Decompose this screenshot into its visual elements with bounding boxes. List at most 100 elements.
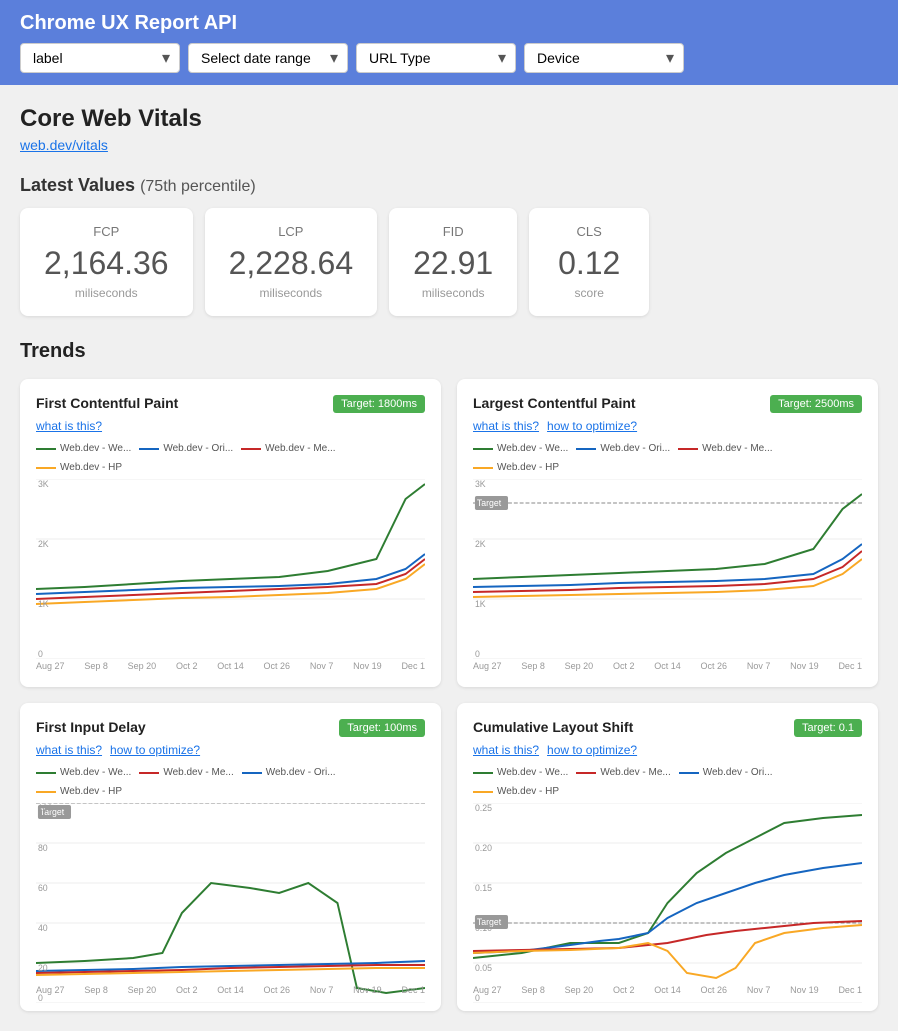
legend-color <box>679 772 699 774</box>
main-content: Core Web Vitals web.dev/vitals Latest Va… <box>0 85 898 1031</box>
x-label: Aug 27 <box>473 985 502 995</box>
x-label: Nov 19 <box>790 985 819 995</box>
chart-link-fid[interactable]: what is this? <box>36 743 102 757</box>
legend-label: Web.dev - HP <box>60 462 122 473</box>
legend-label: Web.dev - We... <box>497 443 568 454</box>
label-select-wrapper: label <box>20 43 180 73</box>
target-badge-lcp: Target: 2500ms <box>770 395 862 413</box>
metric-label: CLS <box>553 224 625 239</box>
target-badge-cls: Target: 0.1 <box>794 719 862 737</box>
label-select[interactable]: label <box>20 43 180 73</box>
chart-title-lcp: Largest Contentful Paint <box>473 395 636 411</box>
metric-card-cls: CLS 0.12 score <box>529 208 649 316</box>
legend-item: Web.dev - HP <box>36 462 122 473</box>
legend-item: Web.dev - Ori... <box>679 767 773 778</box>
x-label: Oct 14 <box>217 985 244 995</box>
legend-color <box>36 791 56 793</box>
svg-text:80: 80 <box>38 843 48 853</box>
legend-color <box>242 772 262 774</box>
page-title: Core Web Vitals <box>20 105 878 133</box>
chart-link-lcp[interactable]: what is this? <box>473 419 539 433</box>
legend-item: Web.dev - Me... <box>576 767 670 778</box>
legend-item: Web.dev - HP <box>473 462 559 473</box>
svg-text:0.05: 0.05 <box>475 963 492 973</box>
legend-label: Web.dev - We... <box>497 767 568 778</box>
x-label: Sep 20 <box>565 661 594 671</box>
metric-label: FCP <box>44 224 169 239</box>
metric-card-fcp: FCP 2,164.36 miliseconds <box>20 208 193 316</box>
chart-svg-lcp: Target 3K 2K 1K 0 <box>473 479 862 659</box>
svg-text:0.15: 0.15 <box>475 883 492 893</box>
chart-link-fcp[interactable]: what is this? <box>36 419 102 433</box>
svg-text:2K: 2K <box>475 539 486 549</box>
legend-item: Web.dev - HP <box>473 786 559 797</box>
metric-value: 2,228.64 <box>229 245 354 282</box>
legend-item: Web.dev - We... <box>473 767 568 778</box>
metric-value: 22.91 <box>413 245 493 282</box>
x-label: Oct 2 <box>176 661 198 671</box>
svg-text:0.10: 0.10 <box>475 923 492 933</box>
x-label: Oct 26 <box>264 661 291 671</box>
metric-unit: miliseconds <box>413 286 493 300</box>
legend-item: Web.dev - Ori... <box>139 443 233 454</box>
legend-color <box>473 772 493 774</box>
x-label: Dec 1 <box>838 985 862 995</box>
chart-card-lcp: Largest Contentful Paint Target: 2500ms wh… <box>457 379 878 687</box>
x-label: Nov 7 <box>747 985 771 995</box>
x-label: Dec 1 <box>401 661 425 671</box>
latest-values-heading: Latest Values (75th percentile) <box>20 175 878 196</box>
page-link[interactable]: web.dev/vitals <box>20 137 108 153</box>
date-range-select-wrapper: Select date range <box>188 43 348 73</box>
x-label: Aug 27 <box>473 661 502 671</box>
x-label: Oct 26 <box>701 985 728 995</box>
date-range-select[interactable]: Select date range <box>188 43 348 73</box>
legend-label: Web.dev - Ori... <box>266 767 336 778</box>
chart-link-cls[interactable]: how to optimize? <box>547 743 637 757</box>
chart-link-lcp[interactable]: how to optimize? <box>547 419 637 433</box>
chart-title-fid: First Input Delay <box>36 719 146 735</box>
svg-text:2K: 2K <box>38 539 49 549</box>
x-label: Nov 7 <box>310 661 334 671</box>
device-select[interactable]: Device <box>524 43 684 73</box>
chart-link-cls[interactable]: what is this? <box>473 743 539 757</box>
metric-card-lcp: LCP 2,228.64 miliseconds <box>205 208 378 316</box>
legend-color <box>36 467 56 469</box>
chart-title-cls: Cumulative Layout Shift <box>473 719 633 735</box>
percentile-label: (75th percentile) <box>140 178 256 195</box>
legend-color <box>36 772 56 774</box>
metric-label: FID <box>413 224 493 239</box>
legend-item: Web.dev - Me... <box>139 767 233 778</box>
metrics-row: FCP 2,164.36 miliseconds LCP 2,228.64 mi… <box>20 208 878 316</box>
x-label: Oct 14 <box>654 985 681 995</box>
legend-color <box>473 791 493 793</box>
x-label: Nov 19 <box>353 985 382 995</box>
legend-color <box>473 467 493 469</box>
svg-text:0.20: 0.20 <box>475 843 492 853</box>
x-label: Oct 2 <box>613 661 635 671</box>
chart-svg-cls: Target 0.25 0.20 0.15 0.10 0.05 0 <box>473 803 862 983</box>
app-title: Chrome UX Report API <box>20 12 878 35</box>
svg-text:100: 100 <box>38 803 53 813</box>
x-label: Nov 19 <box>353 661 382 671</box>
legend-item: Web.dev - Me... <box>678 443 772 454</box>
legend-label: Web.dev - Ori... <box>600 443 670 454</box>
metric-unit: score <box>553 286 625 300</box>
url-type-select[interactable]: URL Type <box>356 43 516 73</box>
x-label: Nov 19 <box>790 661 819 671</box>
x-label: Aug 27 <box>36 985 65 995</box>
x-label: Nov 7 <box>747 661 771 671</box>
chart-card-fcp: First Contentful PaintTarget: 1800mswhat… <box>20 379 441 687</box>
x-label: Dec 1 <box>401 985 425 995</box>
metric-label: LCP <box>229 224 354 239</box>
svg-text:1K: 1K <box>475 599 486 609</box>
metric-value: 0.12 <box>553 245 625 282</box>
charts-grid: First Contentful PaintTarget: 1800mswhat… <box>20 379 878 1011</box>
legend-item: Web.dev - We... <box>473 443 568 454</box>
svg-text:20: 20 <box>38 963 48 973</box>
chart-link-fid[interactable]: how to optimize? <box>110 743 200 757</box>
metric-value: 2,164.36 <box>44 245 169 282</box>
device-select-wrapper: Device <box>524 43 684 73</box>
x-label: Sep 20 <box>128 661 157 671</box>
header: Chrome UX Report API label Select date r… <box>0 0 898 85</box>
x-label: Sep 20 <box>565 985 594 995</box>
